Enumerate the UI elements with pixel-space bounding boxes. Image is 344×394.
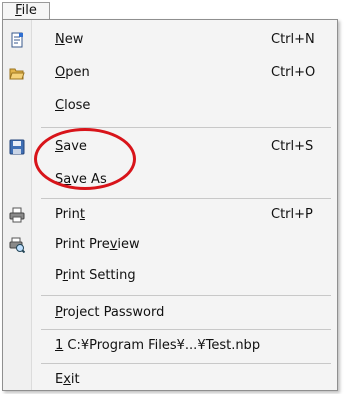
access-key: O	[55, 65, 66, 80]
menu-separator	[41, 295, 331, 296]
menu-separator	[41, 127, 331, 128]
menu-separator	[41, 363, 331, 364]
menu-item-label: 1 C:¥Program Files¥...¥Test.nbp	[55, 331, 260, 361]
file-menu-title-rest: ile	[21, 3, 37, 18]
label-text: lose	[64, 98, 91, 113]
label-text: iew	[117, 237, 140, 252]
save-icon	[9, 139, 25, 155]
menu-item-label: Close	[55, 91, 90, 121]
label-text: it	[70, 372, 80, 387]
access-key: C	[55, 98, 65, 113]
print-preview-icon	[9, 237, 25, 253]
menu-item-save-as[interactable]: Save As	[3, 165, 337, 195]
shortcut-text: Ctrl+N	[271, 32, 315, 47]
menu-item-label: Save	[55, 132, 87, 162]
file-menu-title[interactable]: File	[2, 2, 50, 19]
menu-item-label: New	[55, 25, 83, 55]
new-file-icon	[11, 32, 23, 48]
file-menu-dropdown: New Ctrl+N Open Ctrl+O Close Save Ctrl+S…	[2, 19, 338, 391]
menu-item-print[interactable]: Print Ctrl+P	[3, 200, 337, 230]
menu-item-new[interactable]: New Ctrl+N	[3, 25, 337, 55]
access-key: t	[79, 207, 85, 222]
shortcut-text: Ctrl+S	[271, 139, 314, 154]
menu-item-close[interactable]: Close	[3, 91, 337, 121]
label-text: P	[55, 268, 63, 283]
menu-item-open[interactable]: Open Ctrl+O	[3, 58, 337, 88]
menu-item-label: Exit	[55, 365, 80, 390]
label-text: int Setting	[67, 268, 136, 283]
menu-item-label: Open	[55, 58, 90, 88]
open-folder-icon	[9, 68, 25, 80]
menu-item-recent-file[interactable]: 1 C:¥Program Files¥...¥Test.nbp	[3, 331, 337, 361]
label-text: ve As	[71, 172, 107, 187]
access-key: x	[63, 372, 71, 387]
label-text: C:¥Program Files¥...¥Test.nbp	[63, 338, 261, 353]
label-text: pen	[65, 65, 90, 80]
menu-item-label: Save As	[55, 165, 107, 195]
label-text: ave	[63, 139, 87, 154]
label-text: Prin	[55, 207, 80, 222]
menu-item-label: Print Setting	[55, 261, 136, 291]
label-text: E	[55, 372, 64, 387]
menu-item-print-setting[interactable]: Print Setting	[3, 261, 337, 291]
print-icon	[9, 207, 25, 223]
shortcut-text: Ctrl+O	[271, 65, 316, 80]
label-text: Print Pre	[55, 237, 110, 252]
access-key: P	[55, 305, 63, 320]
menu-item-save[interactable]: Save Ctrl+S	[3, 132, 337, 162]
menu-item-label: Print	[55, 200, 85, 230]
menu-separator	[41, 198, 331, 199]
menu-separator	[41, 329, 331, 330]
menu-item-label: Print Preview	[55, 230, 140, 260]
menu-item-exit[interactable]: Exit	[3, 365, 337, 390]
shortcut-text: Ctrl+P	[271, 207, 313, 222]
menu-item-project-password[interactable]: Project Password	[3, 298, 337, 328]
menu-item-label: Project Password	[55, 298, 164, 328]
label-text: roject Password	[62, 305, 165, 320]
menu-item-print-preview[interactable]: Print Preview	[3, 230, 337, 260]
label-text: ew	[64, 32, 84, 47]
access-key: N	[55, 32, 65, 47]
menu-bar: File	[0, 0, 344, 20]
